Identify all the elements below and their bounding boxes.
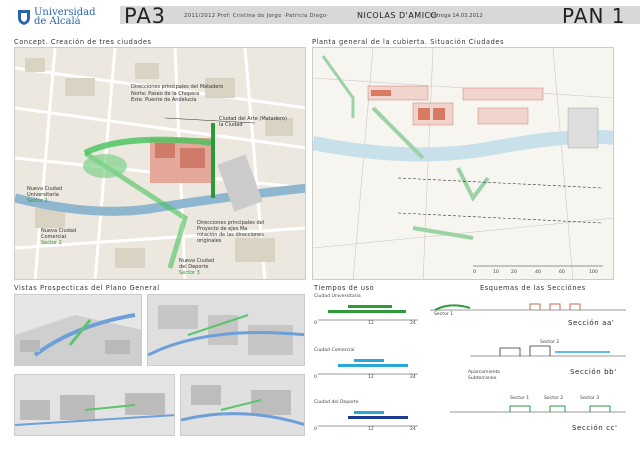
concept-map: Direcciones principales del Matadero Nor… <box>14 47 306 280</box>
section-bb-sector: Sector 2 <box>540 340 560 345</box>
times-title: Tiempos de uso <box>314 284 375 292</box>
student-name: NICOLAS D'AMICO <box>357 11 438 20</box>
scale-0: 0 <box>473 270 476 275</box>
schemes-title: Esquemas de las Secciónes <box>480 284 586 292</box>
section-bb-note-2: Subterraneo <box>468 376 497 381</box>
scale-40: 40 <box>535 270 541 275</box>
time-block-1-axis-24: 24 <box>410 321 416 326</box>
section-cc-sector-1: Sector 1 <box>510 396 530 401</box>
scale-60: 60 <box>559 270 565 275</box>
time-block-3-label: Ciudad del Deporte <box>314 400 359 405</box>
time-block-3-axis-24: 24 <box>410 427 416 432</box>
time-block-2-axis-12: 12 <box>368 375 374 380</box>
sport-label-3: Sector 3 <box>179 270 200 276</box>
univ-label-3: Sector 1 <box>27 198 48 204</box>
section-bb-note-1: Aparcamiento <box>468 370 501 375</box>
perspective-view-3-drawing <box>15 393 174 426</box>
project-label-4: originales <box>197 238 222 244</box>
arts-label-2: la Ciudad <box>219 122 243 128</box>
time-block-1-label: Ciudad Universitaria <box>314 294 361 299</box>
section-aa-title: Sección aa' <box>568 319 615 327</box>
time-block-2-label: Ciudad Comercial <box>314 348 355 353</box>
section-aa-drawing <box>430 303 626 311</box>
perspective-view-4 <box>180 374 305 436</box>
scale-20: 20 <box>511 270 517 275</box>
scale-100: 100 <box>589 270 598 275</box>
course-meta: 2011/2012 Prof: Cristina de Jorge ·Patri… <box>184 13 329 19</box>
time-block-2-axis-0: 0 <box>314 375 317 380</box>
scale-10: 10 <box>493 270 499 275</box>
section-cc-title: Sección cc' <box>572 424 618 432</box>
section-aa-sector: Sector 1 <box>434 312 454 317</box>
time-block-3-axis-0: 0 <box>314 427 317 432</box>
section-cc-drawing <box>450 405 626 413</box>
time-block-1-axis-12: 12 <box>368 321 374 326</box>
plan-title: Planta general de la cubierta. Situación… <box>312 38 505 46</box>
time-block-3-axis-12: 12 <box>368 427 374 432</box>
section-bb-title: Sección bb' <box>570 368 617 376</box>
section-cc-sector-3: Sector 3 <box>580 396 600 401</box>
time-block-1-axis-0: 0 <box>314 321 317 326</box>
time-block-2-axis-24: 24 <box>410 375 416 380</box>
course-code: PA3 <box>124 4 167 28</box>
university-crest-icon <box>18 10 30 25</box>
times-of-use: Ciudad Universitaria 0 12 24 Ciudad Come… <box>314 292 424 442</box>
perspective-view-1-drawing <box>15 313 141 365</box>
perspective-view-3 <box>14 374 175 436</box>
panel-number: PAN 1 <box>562 4 626 28</box>
directions-label: Direcciones principales del Matadero <box>131 84 224 90</box>
general-plan: 0 10 20 40 60 100 <box>312 47 614 280</box>
commerce-label-3: Sector 2 <box>41 240 62 246</box>
delivery-date: Entrega 14.03.2012 <box>430 13 483 19</box>
university-logo: Universidad de Alcalá <box>34 7 96 27</box>
section-bb-drawing <box>470 345 626 357</box>
perspective-view-1 <box>14 294 142 366</box>
east-label: Este: Puente de Andalucía <box>131 97 197 103</box>
concept-title: Concept. Creación de tres ciudades <box>14 38 152 46</box>
perspective-view-2-drawing <box>148 305 304 357</box>
perspective-view-2 <box>147 294 305 366</box>
perspective-view-4-drawing <box>181 385 304 426</box>
views-title: Vistas Prospecticas del Plano General <box>14 284 160 292</box>
general-plan-drawing <box>313 48 613 279</box>
section-cc-sector-2: Sector 2 <box>544 396 564 401</box>
section-schemes: Sector 1 Sección aa' Sector 2 Aparcamien… <box>430 292 626 447</box>
